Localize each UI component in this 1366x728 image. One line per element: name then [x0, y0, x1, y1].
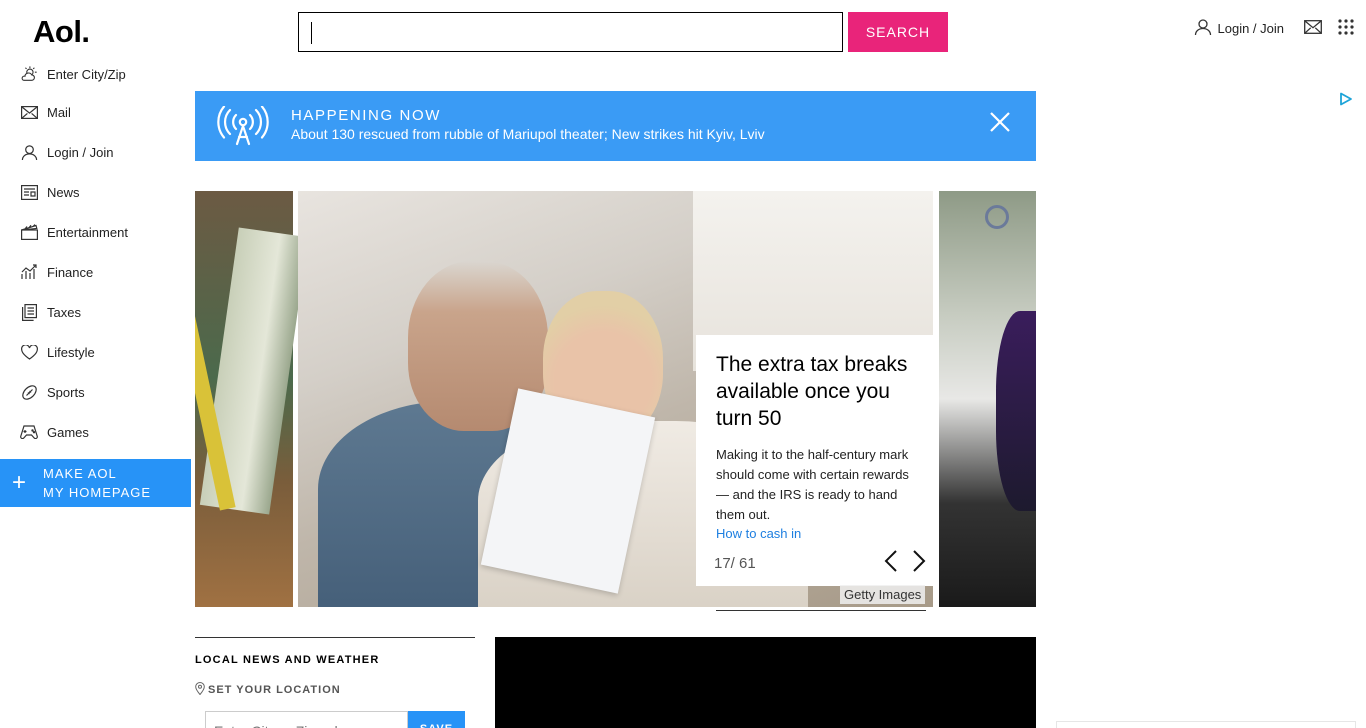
- aol-logo[interactable]: Aol.: [33, 14, 90, 50]
- set-location-label: SET YOUR LOCATION: [208, 684, 341, 696]
- slide-cta-link[interactable]: How to cash in: [716, 526, 922, 541]
- sidebar-item-sports[interactable]: Sports: [0, 372, 191, 412]
- apps-grid-icon[interactable]: [1338, 19, 1354, 38]
- make-homepage-line2: MY HOMEPAGE: [43, 485, 152, 500]
- slide-nav: [884, 550, 926, 577]
- close-icon[interactable]: [989, 111, 1011, 138]
- sidebar-item-label: Lifestyle: [47, 344, 95, 360]
- sidebar-item-mail[interactable]: Mail: [0, 92, 191, 132]
- sidebar-item-news[interactable]: News: [0, 172, 191, 212]
- sidebar-item-label: Login / Join: [47, 144, 114, 160]
- sidebar-item-label: Finance: [47, 264, 94, 280]
- sidebar-item-entertainment[interactable]: Entertainment: [0, 212, 191, 252]
- slide-headline[interactable]: The extra tax breaks available once you …: [716, 351, 922, 432]
- zip-input[interactable]: [205, 711, 408, 728]
- slide-summary: Making it to the half-century mark shoul…: [716, 447, 909, 522]
- sidebar-item-label: Sports: [47, 384, 85, 400]
- ad-slot: [1056, 721, 1356, 728]
- broadcast-icon: [217, 105, 269, 151]
- sidebar-item-weather[interactable]: Enter City/Zip: [0, 60, 191, 88]
- video-player[interactable]: [495, 637, 1036, 728]
- chevron-right-icon[interactable]: [912, 550, 926, 577]
- sidebar-item-login[interactable]: Login / Join: [0, 132, 191, 172]
- make-homepage-label: MAKE AOL MY HOMEPAGE: [43, 464, 151, 502]
- football-icon: [20, 383, 38, 401]
- slideshow-carousel: The extra tax breaks available once you …: [195, 191, 1036, 607]
- header-login-link[interactable]: Login / Join: [1194, 18, 1285, 39]
- heart-icon: [20, 343, 38, 361]
- loading-icon: [985, 205, 1009, 229]
- banner-title: HAPPENING NOW: [291, 107, 441, 124]
- weather-icon: [20, 65, 38, 83]
- search-field[interactable]: [298, 12, 843, 52]
- slide-progress-rule: [716, 610, 926, 611]
- news-icon: [20, 183, 38, 201]
- sidebar-item-label: Taxes: [47, 304, 81, 320]
- make-homepage-button[interactable]: + MAKE AOL MY HOMEPAGE: [0, 459, 191, 507]
- ad-choices-icon[interactable]: [1339, 92, 1353, 111]
- local-news-title: LOCAL NEWS AND WEATHER: [195, 654, 380, 666]
- next-slide-image[interactable]: [939, 191, 1036, 607]
- sidebar-item-lifestyle[interactable]: Lifestyle: [0, 332, 191, 372]
- sidebar-item-games[interactable]: Games: [0, 412, 191, 452]
- sidebar-nav: Enter City/Zip Mail Login / Join News En…: [0, 60, 191, 452]
- clapperboard-icon: [20, 223, 38, 241]
- sidebar-item-label: Mail: [47, 104, 71, 120]
- header-login-label: Login / Join: [1217, 21, 1285, 36]
- mail-icon[interactable]: [1304, 20, 1322, 37]
- location-pin-icon: [195, 682, 205, 698]
- sidebar-item-label: News: [47, 184, 80, 200]
- slide-counter: 17/ 61: [714, 555, 756, 572]
- photo-credit: Getty Images: [840, 585, 926, 604]
- make-homepage-line1: MAKE AOL: [43, 466, 117, 481]
- finance-icon: [20, 263, 38, 281]
- sidebar-item-label: Games: [47, 424, 89, 440]
- sidebar-item-label: Enter City/Zip: [47, 66, 126, 82]
- mail-icon: [20, 103, 38, 121]
- local-news-module: LOCAL NEWS AND WEATHER SET YOUR LOCATION…: [195, 637, 475, 728]
- save-location-button[interactable]: SAVE: [408, 711, 465, 728]
- user-icon: [20, 143, 38, 161]
- set-location-link[interactable]: SET YOUR LOCATION: [195, 682, 475, 698]
- banner-headline[interactable]: About 130 rescued from rubble of Mariupo…: [291, 126, 765, 142]
- user-icon: [1194, 18, 1212, 39]
- happening-now-banner[interactable]: HAPPENING NOW About 130 rescued from rub…: [195, 91, 1036, 161]
- header-actions: Login / Join: [1194, 18, 1355, 39]
- previous-slide-image[interactable]: [195, 191, 309, 607]
- text-caret: [311, 22, 312, 44]
- plus-icon: +: [12, 469, 28, 496]
- taxes-icon: [20, 303, 38, 321]
- search-button[interactable]: SEARCH: [848, 12, 948, 52]
- sidebar-item-finance[interactable]: Finance: [0, 252, 191, 292]
- gamepad-icon: [20, 423, 38, 441]
- sidebar-item-label: Entertainment: [47, 224, 128, 240]
- search-input[interactable]: [299, 13, 842, 51]
- person-photo: [996, 311, 1036, 511]
- slide-caption-card: The extra tax breaks available once you …: [696, 335, 938, 586]
- sidebar-item-taxes[interactable]: Taxes: [0, 292, 191, 332]
- chevron-left-icon[interactable]: [884, 550, 898, 577]
